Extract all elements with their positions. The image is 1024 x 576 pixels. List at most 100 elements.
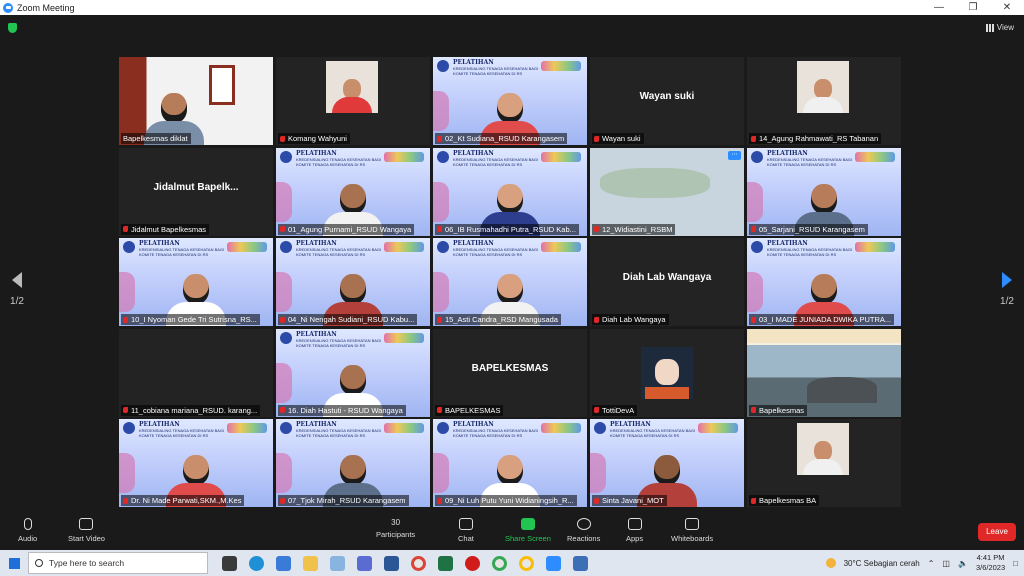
participant-tile[interactable]: Wayan suki Wayan suki bbox=[590, 57, 744, 145]
participant-name: 14_Agung Rahmawati_RS Tabanan bbox=[759, 134, 879, 143]
person-head bbox=[654, 455, 680, 485]
chat-label: Chat bbox=[458, 534, 474, 543]
security-shield-icon[interactable] bbox=[8, 23, 17, 33]
participant-name: Komang Wahyuni bbox=[288, 134, 347, 143]
participant-name-label: 15_Asti Candra_RSD Mangusada bbox=[435, 314, 561, 325]
taskbar-search[interactable]: Type here to search bbox=[28, 552, 208, 574]
start-button[interactable] bbox=[0, 550, 28, 576]
participant-tile[interactable]: 14_Agung Rahmawati_RS Tabanan bbox=[747, 57, 901, 145]
participant-tile[interactable]: Bapelkesmas diklat bbox=[119, 57, 273, 145]
participant-name: 06_IB Rusmahadhi Putra_RSUD Kab... bbox=[445, 224, 576, 234]
view-button[interactable]: View bbox=[985, 23, 1014, 32]
participant-tile[interactable]: PELATIHAN KREDENSIALING TENAGA KESEHATAN … bbox=[747, 147, 901, 236]
close-button[interactable]: ✕ bbox=[990, 0, 1024, 15]
audio-button[interactable]: Audio bbox=[18, 518, 37, 543]
banner-title: PELATIHAN bbox=[139, 240, 180, 247]
excel-icon[interactable] bbox=[438, 555, 453, 571]
participant-tile[interactable]: BAPELKESMAS BAPELKESMAS bbox=[433, 328, 587, 417]
taskbar-apps bbox=[222, 555, 588, 571]
word-icon[interactable] bbox=[384, 555, 399, 571]
zoom-icon[interactable] bbox=[546, 555, 561, 571]
banner-decoration bbox=[541, 61, 581, 71]
opera-icon[interactable] bbox=[465, 555, 480, 571]
chrome-icon[interactable] bbox=[411, 555, 426, 571]
participant-tile[interactable]: PELATIHAN KREDENSIALING TENAGA KESEHATAN … bbox=[590, 419, 744, 507]
participant-tile[interactable]: 11_cobiana mariana_RSUD. karang... bbox=[119, 328, 273, 417]
start-video-button[interactable]: Start Video bbox=[68, 518, 105, 543]
edge-icon[interactable] bbox=[249, 555, 264, 571]
chevron-left-icon bbox=[12, 272, 22, 288]
participant-tile[interactable]: Jidalmut Bapelk... Jidalmut Bapelkesmas bbox=[119, 147, 273, 236]
participants-button[interactable]: 30 Participants bbox=[376, 518, 415, 539]
banner-logo-icon bbox=[280, 241, 292, 253]
page-indicator-left: 1/2 bbox=[10, 296, 24, 307]
mail-icon[interactable] bbox=[276, 555, 291, 571]
participant-tile[interactable]: PELATIHAN KREDENSIALING TENAGA KESEHATAN … bbox=[433, 57, 587, 145]
participant-tile[interactable]: PELATIHAN KREDENSIALING TENAGA KESEHATAN … bbox=[433, 238, 587, 326]
banner-subtitle: KREDENSIALING TENAGA KESEHATAN BAGI KOMI… bbox=[296, 428, 382, 438]
share-label: Share Screen bbox=[505, 534, 551, 543]
restore-button[interactable]: ❐ bbox=[956, 0, 990, 15]
participant-tile[interactable]: ⋯ 12_Widiastini_RSBM bbox=[590, 147, 744, 236]
apps-button[interactable]: Apps bbox=[626, 518, 643, 543]
banner-decoration bbox=[541, 151, 581, 162]
share-screen-icon bbox=[520, 518, 535, 530]
participant-name-label: Jidalmut Bapelkesmas bbox=[121, 223, 210, 235]
participant-tile[interactable]: Diah Lab Wangaya Diah Lab Wangaya bbox=[590, 238, 744, 326]
person-body bbox=[803, 97, 843, 113]
banner-decoration-left bbox=[276, 362, 292, 403]
participant-tile[interactable]: Komang Wahyuni bbox=[276, 57, 430, 145]
muted-mic-icon bbox=[594, 407, 599, 413]
photo-person bbox=[332, 79, 372, 113]
weather-text[interactable]: 30°C Sebagian cerah bbox=[844, 559, 920, 568]
participant-tile[interactable]: PELATIHAN KREDENSIALING TENAGA KESEHATAN … bbox=[747, 238, 901, 326]
participant-tile[interactable]: PELATIHAN KREDENSIALING TENAGA KESEHATAN … bbox=[119, 238, 273, 326]
chat-button[interactable]: Chat bbox=[458, 518, 474, 543]
participant-name-label: 09_Ni Luh Putu Yuni Widianingsih_R... bbox=[435, 495, 577, 506]
clock[interactable]: 4:41 PM 3/6/2023 bbox=[976, 553, 1005, 573]
whiteboards-button[interactable]: Whiteboards bbox=[671, 518, 713, 543]
person-head bbox=[811, 183, 837, 214]
store-icon[interactable] bbox=[357, 555, 372, 571]
network-icon[interactable]: ◫ bbox=[942, 559, 950, 568]
notifications-icon[interactable]: □ bbox=[1013, 559, 1018, 568]
participant-tile[interactable]: PELATIHAN KREDENSIALING TENAGA KESEHATAN … bbox=[433, 419, 587, 507]
reactions-button[interactable]: Reactions bbox=[567, 518, 600, 543]
chevron-up-icon[interactable]: ⌃ bbox=[928, 559, 935, 568]
window-titlebar: Zoom Meeting — ❐ ✕ bbox=[0, 0, 1024, 15]
video-app-icon[interactable] bbox=[573, 555, 588, 571]
minimize-button[interactable]: — bbox=[922, 0, 956, 15]
participant-tile[interactable]: PELATIHAN KREDENSIALING TENAGA KESEHATAN … bbox=[276, 147, 430, 236]
participant-tile[interactable]: Bapelkesmas BA bbox=[747, 419, 901, 507]
participant-tile[interactable]: PELATIHAN KREDENSIALING TENAGA KESEHATAN … bbox=[276, 328, 430, 417]
participant-name-label: 03_I MADE JUNIADA DWIKA PUTRA... bbox=[749, 314, 895, 325]
smiley-icon bbox=[576, 518, 591, 530]
chrome-icon-2[interactable] bbox=[492, 555, 507, 571]
participant-tile[interactable]: PELATIHAN KREDENSIALING TENAGA KESEHATAN … bbox=[119, 419, 273, 507]
prev-page-button[interactable]: 1/2 bbox=[7, 272, 27, 307]
file-explorer-icon[interactable] bbox=[303, 555, 318, 571]
window-title: Zoom Meeting bbox=[17, 2, 75, 13]
share-screen-button[interactable]: Share Screen bbox=[505, 518, 551, 543]
banner-title: PELATIHAN bbox=[296, 240, 337, 247]
banner-decoration bbox=[384, 423, 424, 433]
participant-tile[interactable]: Bapelkesmas bbox=[747, 328, 901, 417]
participant-name: 12_Widiastini_RSBM bbox=[602, 224, 673, 234]
chrome-icon-3[interactable] bbox=[519, 555, 534, 571]
banner-decoration-left bbox=[433, 181, 449, 222]
leave-button[interactable]: Leave bbox=[978, 523, 1016, 541]
participant-tile[interactable]: PELATIHAN KREDENSIALING TENAGA KESEHATAN … bbox=[276, 238, 430, 326]
more-options-icon[interactable]: ⋯ bbox=[728, 150, 741, 160]
participant-tile[interactable]: PELATIHAN KREDENSIALING TENAGA KESEHATAN … bbox=[276, 419, 430, 507]
paint-icon[interactable] bbox=[330, 555, 345, 571]
task-view-icon[interactable] bbox=[222, 555, 237, 571]
next-page-button[interactable]: 1/2 bbox=[997, 272, 1017, 307]
banner-subtitle: KREDENSIALING TENAGA KESEHATAN BAGI KOMI… bbox=[767, 156, 853, 167]
muted-mic-icon bbox=[123, 226, 128, 232]
volume-icon[interactable]: 🔈 bbox=[958, 559, 968, 568]
banner-subtitle: KREDENSIALING TENAGA KESEHATAN BAGI KOMI… bbox=[453, 428, 539, 438]
banner-logo-icon bbox=[280, 422, 292, 434]
participant-name: 05_Sarjani_RSUD Karangasem bbox=[759, 224, 865, 234]
participant-tile[interactable]: PELATIHAN KREDENSIALING TENAGA KESEHATAN … bbox=[433, 147, 587, 236]
participant-tile[interactable]: TottiDevA bbox=[590, 328, 744, 417]
